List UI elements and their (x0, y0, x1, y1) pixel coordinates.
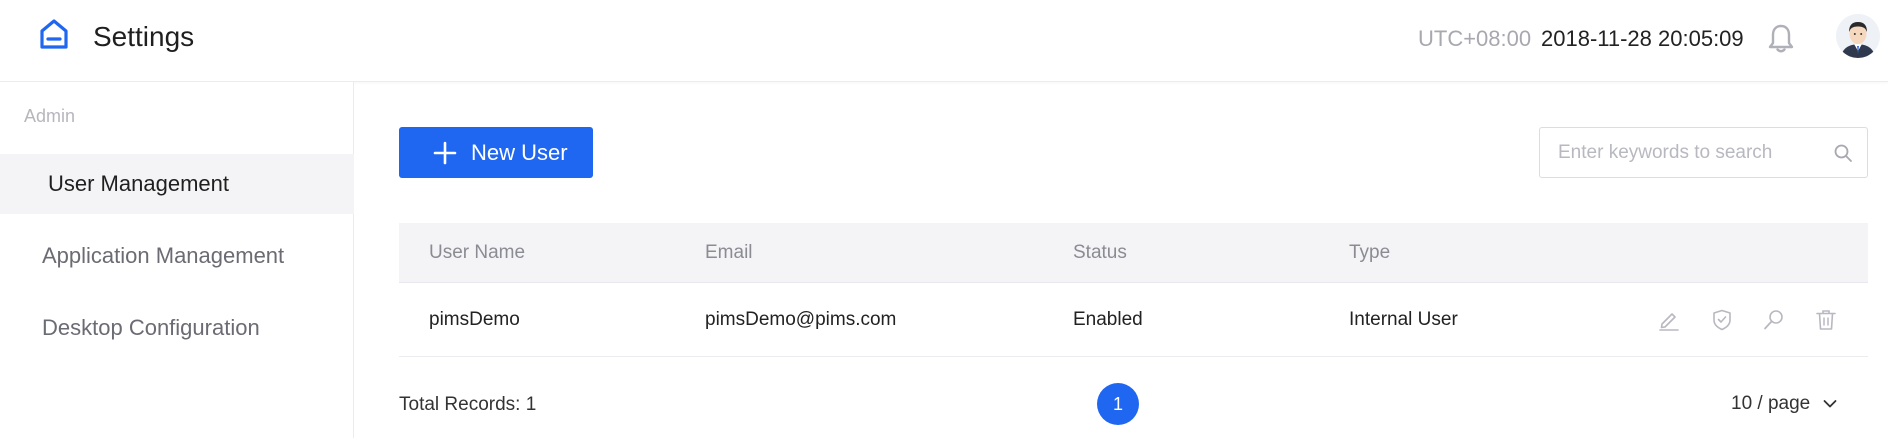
total-records: Total Records: 1 (399, 394, 537, 415)
cell-status: Enabled (1073, 309, 1143, 330)
page-size-label: 10 / page (1731, 393, 1811, 414)
page-title: Settings (93, 21, 195, 52)
current-datetime: 2018-11-28 20:05:09 (1541, 26, 1744, 51)
cell-type: Internal User (1349, 309, 1458, 330)
search-icon[interactable] (1762, 308, 1786, 332)
bell-icon[interactable] (1766, 22, 1796, 54)
cell-user-name: pimsDemo (429, 309, 520, 330)
table-row[interactable]: pimsDemo pimsDemo@pims.com Enabled Inter… (399, 283, 1868, 357)
plus-icon (433, 141, 457, 164)
column-header-user-name[interactable]: User Name (429, 223, 525, 283)
chevron-down-icon (1823, 400, 1837, 408)
timezone-label: UTC+08:00 (1418, 26, 1532, 51)
column-header-type[interactable]: Type (1349, 223, 1390, 283)
search-icon[interactable] (1833, 143, 1853, 163)
column-header-email[interactable]: Email (705, 223, 753, 283)
user-avatar-icon (1836, 14, 1880, 58)
trash-icon[interactable] (1814, 308, 1838, 332)
search-input[interactable] (1558, 140, 1818, 166)
sidebar: Admin User Management Application Manage… (0, 82, 354, 438)
column-header-status[interactable]: Status (1073, 223, 1127, 283)
sidebar-item-desktop-configuration[interactable]: Desktop Configuration (0, 298, 354, 358)
edit-icon[interactable] (1657, 308, 1681, 332)
pagination-page-1[interactable]: 1 (1097, 383, 1139, 425)
users-table: User Name Email Status Type pimsDemo pim… (399, 223, 1868, 357)
search-box (1539, 127, 1868, 178)
top-header: Settings UTC+08:00 2018-11-28 20:05:09 (0, 0, 1888, 82)
cell-email: pimsDemo@pims.com (705, 309, 897, 330)
sidebar-item-user-management[interactable]: User Management (0, 154, 354, 214)
shield-check-icon[interactable] (1710, 308, 1734, 332)
sidebar-item-application-management[interactable]: Application Management (0, 226, 354, 286)
table-header: User Name Email Status Type (399, 223, 1868, 283)
home-icon[interactable] (36, 16, 72, 52)
new-user-button[interactable]: New User (399, 127, 593, 178)
page-size-select[interactable]: 10 / page (1731, 392, 1838, 416)
sidebar-section-title: Admin (24, 106, 76, 126)
new-user-label: New User (471, 139, 568, 165)
avatar[interactable] (1836, 14, 1880, 58)
